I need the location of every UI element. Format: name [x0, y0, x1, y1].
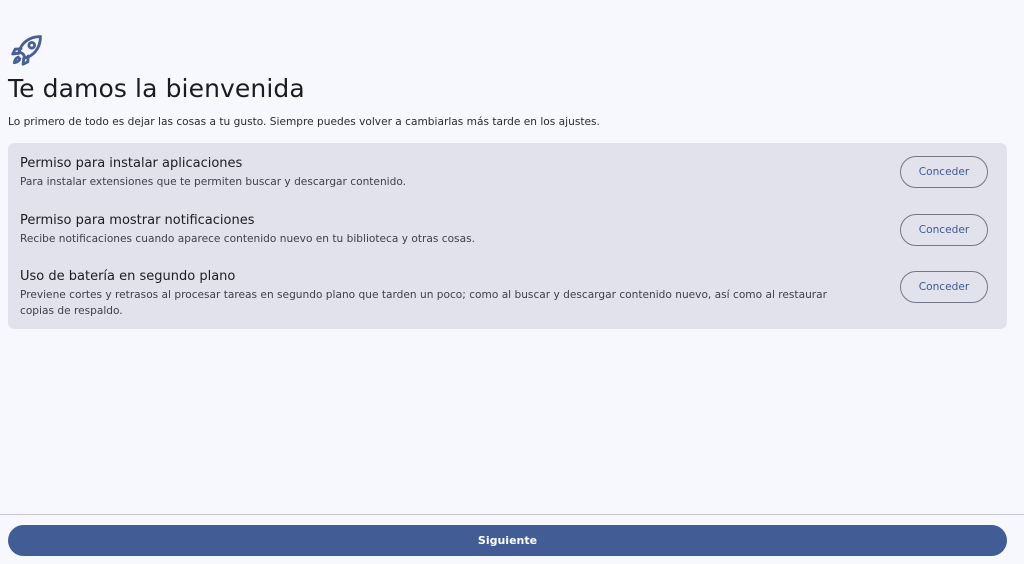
footer-divider	[0, 514, 1024, 515]
rocket-icon	[11, 35, 42, 66]
grant-notifications-button[interactable]: Conceder	[900, 214, 988, 246]
permission-description: Recibe notificaciones cuando aparece con…	[20, 233, 475, 245]
onboarding-screen: Te damos la bienvenida Lo primero de tod…	[0, 0, 1024, 564]
permission-description: Para instalar extensiones que te permite…	[20, 176, 406, 188]
permission-title: Permiso para instalar aplicaciones	[20, 156, 243, 171]
permission-description: Previene cortes y retrasos al procesar t…	[20, 289, 827, 317]
permission-title: Permiso para mostrar notificaciones	[20, 213, 255, 228]
grant-background-battery-button[interactable]: Conceder	[900, 271, 988, 303]
permission-background-battery: Uso de batería en segundo plano Previene…	[20, 269, 860, 319]
page-title: Te damos la bienvenida	[8, 74, 305, 103]
page-subtitle: Lo primero de todo es dejar las cosas a …	[8, 116, 600, 128]
permission-title: Uso de batería en segundo plano	[20, 269, 236, 284]
permissions-card: Permiso para instalar aplicaciones Para …	[8, 143, 1007, 329]
permission-install-apps: Permiso para instalar aplicaciones Para …	[20, 156, 860, 190]
permission-notifications: Permiso para mostrar notificaciones Reci…	[20, 213, 860, 247]
next-button[interactable]: Siguiente	[8, 525, 1007, 556]
grant-install-apps-button[interactable]: Conceder	[900, 156, 988, 188]
